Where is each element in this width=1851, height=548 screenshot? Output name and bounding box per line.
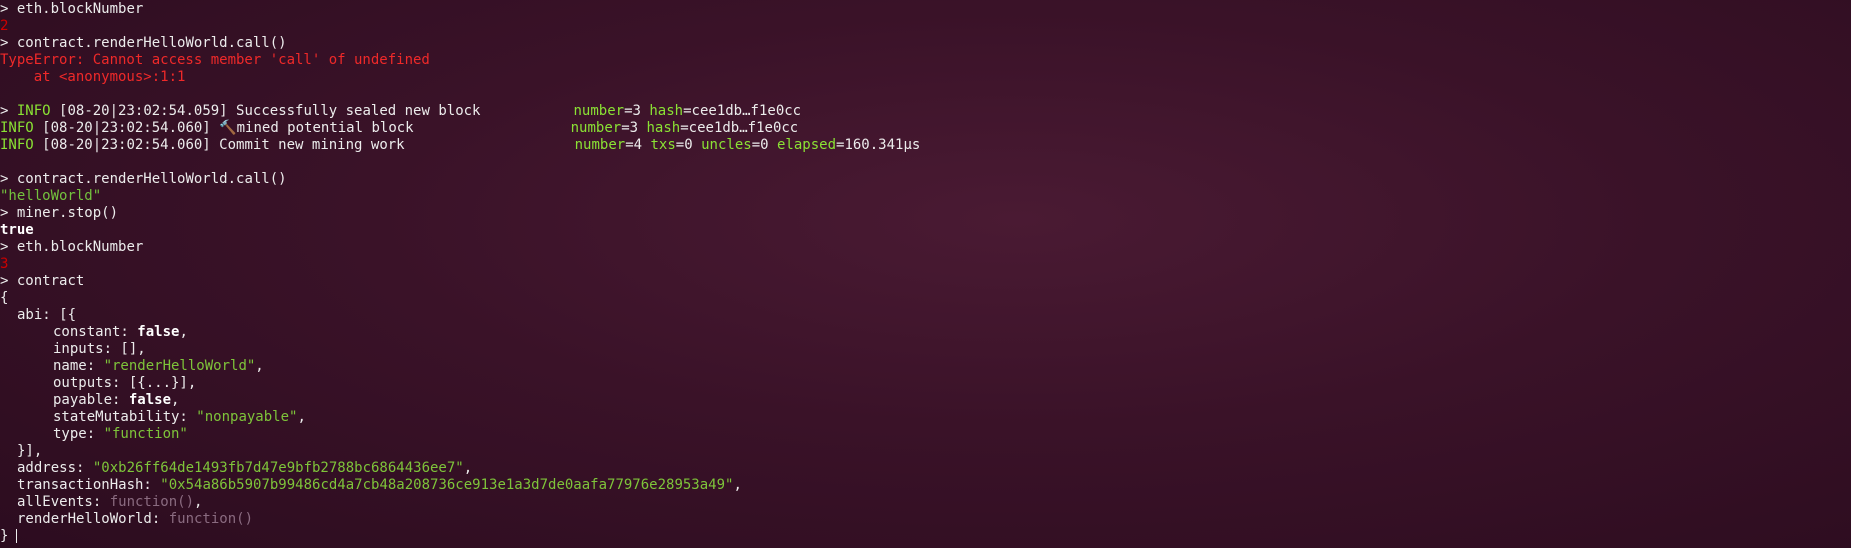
command-text: contract [16, 273, 85, 289]
object-property: transactionHash: "0x54a86b5907b99486cd4a… [17, 477, 742, 493]
error-stack: at <anonymous>:1:1 [0, 69, 186, 85]
console-output: 2 [0, 18, 9, 34]
console-output: 3 [0, 256, 9, 272]
log-message: 🔨mined potential block [219, 120, 414, 136]
command-text: contract.renderHelloWorld.call() [16, 171, 287, 187]
object-close: } [0, 528, 1851, 545]
log-key: number [570, 120, 622, 136]
log-value: 0 [684, 137, 693, 153]
prompt: > [0, 239, 9, 255]
log-key: number [573, 103, 625, 119]
object-property: renderHelloWorld: function() [17, 511, 254, 527]
prompt: > [0, 205, 9, 221]
log-line: > INFO [08-20|23:02:54.059] Successfully… [0, 103, 802, 119]
log-time: [08-20|23:02:54.060] [42, 120, 211, 136]
terminal-window[interactable]: > eth.blockNumber 2 > contract.renderHel… [0, 0, 1851, 548]
log-key: elapsed [777, 137, 837, 153]
object-property: stateMutability: "nonpayable", [53, 409, 306, 425]
object-property: allEvents: function(), [17, 494, 203, 510]
log-time: [08-20|23:02:54.059] [59, 103, 228, 119]
log-value: 160.341µs [844, 137, 921, 153]
object-property: address: "0xb26ff64de1493fb7d47e9bfb2788… [17, 460, 473, 476]
log-message: Successfully sealed new block [236, 103, 481, 119]
object-property: payable: false, [53, 392, 180, 408]
command-text: miner.stop() [16, 205, 119, 221]
log-level: INFO [0, 120, 34, 136]
prompt: > [0, 1, 9, 17]
log-value: 3 [632, 103, 641, 119]
log-level: INFO [16, 103, 51, 119]
command-text: eth.blockNumber [16, 239, 144, 255]
log-key: hash [649, 103, 684, 119]
object-open: { [0, 290, 9, 306]
log-value: 0 [760, 137, 769, 153]
log-value: cee1db…f1e0cc [691, 103, 802, 119]
console-output: "helloWorld" [0, 188, 102, 204]
prompt: > [0, 273, 9, 289]
log-key: hash [646, 120, 681, 136]
object-property: name: "renderHelloWorld", [53, 358, 264, 374]
prompt: > [0, 171, 9, 187]
log-key: txs [650, 137, 676, 153]
console-output: true [0, 222, 34, 238]
console-command: > contract.renderHelloWorld.call() [0, 171, 1851, 188]
prompt: > [0, 103, 9, 119]
console-command: > contract.renderHelloWorld.call() [0, 35, 1851, 52]
log-line: INFO [08-20|23:02:54.060] Commit new min… [0, 137, 921, 153]
log-value: 4 [633, 137, 643, 153]
object-property: }], [17, 443, 43, 459]
log-message: Commit new mining work [219, 137, 405, 153]
object-property: abi: [{ [17, 307, 77, 323]
object-property: outputs: [{...}], [53, 375, 197, 391]
log-value: 3 [629, 120, 639, 136]
object-property: constant: false, [53, 324, 188, 340]
console-command: > contract [0, 273, 1851, 290]
log-time: [08-20|23:02:54.060] [42, 137, 211, 153]
console-command: > eth.blockNumber [0, 1, 1851, 18]
text-cursor[interactable] [16, 529, 18, 543]
object-property: inputs: [], [53, 341, 146, 357]
object-property: type: "function" [53, 426, 188, 442]
console-command: > miner.stop() [0, 205, 1851, 222]
log-key: uncles [701, 137, 752, 153]
log-value: cee1db…f1e0cc [688, 120, 799, 136]
prompt: > [0, 35, 9, 51]
command-text: contract.renderHelloWorld.call() [16, 35, 287, 51]
console-command: > eth.blockNumber [0, 239, 1851, 256]
log-level: INFO [0, 137, 34, 153]
error-message: TypeError: Cannot access member 'call' o… [0, 52, 430, 68]
command-text: eth.blockNumber [16, 1, 144, 17]
log-line: INFO [08-20|23:02:54.060] 🔨mined potenti… [0, 120, 799, 136]
log-key: number [574, 137, 626, 153]
